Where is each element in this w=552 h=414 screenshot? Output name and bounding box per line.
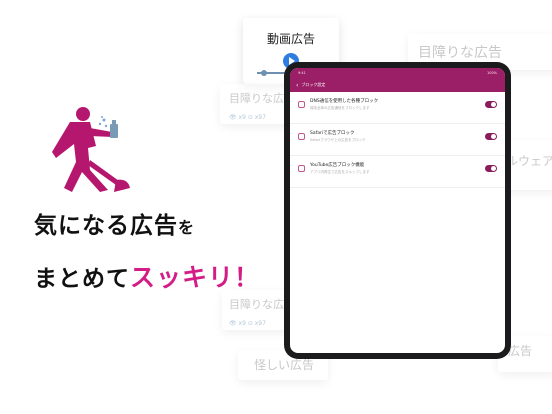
headline: 気になる広告を まとめてスッキリ！ — [34, 206, 260, 294]
shield-icon — [298, 101, 305, 108]
nav-bar: ‹ ブロック設定 — [290, 78, 505, 92]
ad-card-meta: 👁 x9 ⊙ x97 — [229, 114, 266, 121]
safari-block-toggle[interactable] — [485, 133, 497, 140]
ad-card-label: ルウェア — [506, 154, 552, 168]
chevron-left-icon[interactable]: ‹ — [296, 82, 298, 89]
ad-card-label: 目障りな広告 — [229, 92, 295, 105]
tablet-device: 9:41 100% ‹ ブロック設定 DNS通信を使用した各種ブロック 端末全体… — [284, 62, 511, 359]
headline-accent: スッキリ！ — [130, 263, 261, 292]
setting-row-title: Safariで広告ブロック — [310, 131, 355, 136]
youtube-block-toggle[interactable] — [485, 165, 497, 172]
status-battery: 100% — [486, 71, 497, 75]
nav-title: ブロック設定 — [301, 82, 326, 87]
headline-line2-main: まとめて — [34, 266, 130, 292]
setting-row-subtitle: Safariブラウザ上の広告をブロック — [310, 138, 366, 142]
setting-row-title: YouTube広告ブロック機能 — [310, 163, 365, 168]
headline-line1-particle: を — [178, 218, 196, 237]
setting-row-safari[interactable]: Safariで広告ブロック Safariブラウザ上の広告をブロック — [290, 124, 505, 156]
video-ad-label: 動画広告 — [266, 32, 315, 46]
shield-icon — [298, 133, 305, 140]
setting-row-dns[interactable]: DNS通信を使用した各種ブロック 端末全体の広告通信をブロックします — [290, 92, 505, 124]
status-bar: 9:41 100% — [290, 68, 505, 78]
setting-row-subtitle: 端末全体の広告通信をブロックします — [310, 106, 370, 110]
tablet-screen: 9:41 100% ‹ ブロック設定 DNS通信を使用した各種ブロック 端末全体… — [290, 68, 505, 353]
setting-row-subtitle: アプリ内再生で広告をスキップします — [310, 170, 370, 174]
dns-block-toggle[interactable] — [485, 101, 497, 108]
ad-card-label: 広告 — [508, 344, 533, 358]
setting-row-title: DNS通信を使用した各種ブロック — [310, 99, 379, 104]
status-time: 9:41 — [298, 71, 306, 75]
headline-line1-main: 気になる広告 — [34, 213, 178, 239]
setting-row-youtube[interactable]: YouTube広告ブロック機能 アプリ内再生で広告をスキップします — [290, 156, 505, 188]
ad-card-label: 目障りな広告 — [418, 45, 502, 61]
cleaning-person-icon — [52, 107, 130, 192]
shield-icon — [298, 165, 305, 172]
